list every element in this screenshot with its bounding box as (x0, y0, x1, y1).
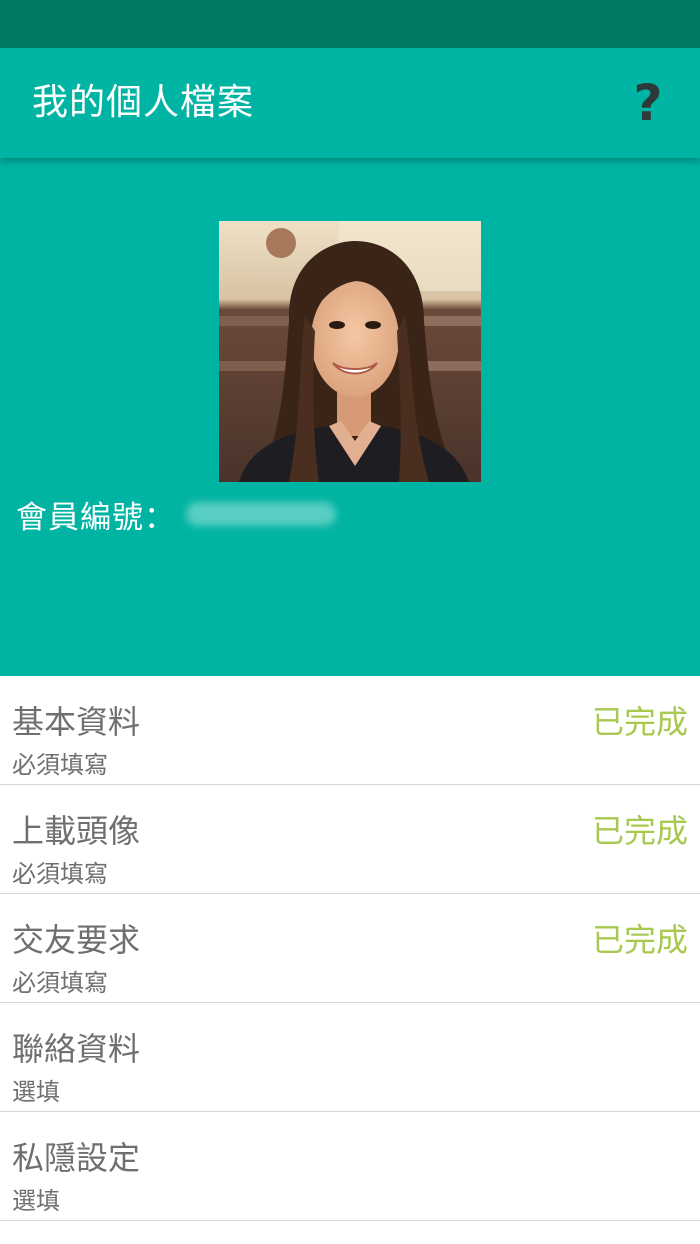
profile-screen: 我的個人檔案 ? 會員編號： 基本資料 必須填寫 已完成 上載頭像 必須填寫 已… (0, 0, 700, 1244)
avatar[interactable] (219, 221, 481, 482)
member-id-value-redacted (186, 502, 336, 526)
menu-item-title: 交友要求 (12, 921, 141, 959)
menu-item-status: 已完成 (591, 921, 688, 959)
profile-menu-list: 基本資料 必須填寫 已完成 上載頭像 必須填寫 已完成 交友要求 必須填寫 已完… (0, 676, 700, 1221)
help-button[interactable]: ? (626, 74, 670, 132)
avatar-photo (219, 221, 481, 482)
menu-item-subtitle: 必須填寫 (12, 751, 108, 779)
question-mark-icon: ? (633, 74, 663, 132)
status-bar (0, 0, 700, 48)
profile-header: 會員編號： (0, 158, 700, 676)
member-id-label: 會員編號： (16, 499, 176, 536)
page-title: 我的個人檔案 (32, 82, 255, 123)
menu-item-upload-avatar[interactable]: 上載頭像 必須填寫 已完成 (0, 785, 700, 894)
menu-item-subtitle: 必須填寫 (12, 860, 108, 888)
menu-item-title: 聯絡資料 (12, 1030, 141, 1068)
menu-item-basic-info[interactable]: 基本資料 必須填寫 已完成 (0, 676, 700, 785)
menu-item-status: 已完成 (591, 812, 688, 850)
menu-item-privacy-settings[interactable]: 私隱設定 選填 (0, 1112, 700, 1221)
menu-item-subtitle: 選填 (12, 1078, 60, 1106)
menu-item-status: 已完成 (591, 703, 688, 741)
menu-item-title: 私隱設定 (12, 1139, 141, 1177)
menu-item-dating-preferences[interactable]: 交友要求 必須填寫 已完成 (0, 894, 700, 1003)
member-id-row: 會員編號： (16, 494, 336, 536)
menu-item-subtitle: 選填 (12, 1187, 60, 1215)
menu-item-contact-info[interactable]: 聯絡資料 選填 (0, 1003, 700, 1112)
menu-item-title: 基本資料 (12, 703, 141, 741)
menu-item-subtitle: 必須填寫 (12, 969, 108, 997)
menu-item-title: 上載頭像 (12, 812, 141, 850)
app-bar: 我的個人檔案 ? (0, 48, 700, 158)
